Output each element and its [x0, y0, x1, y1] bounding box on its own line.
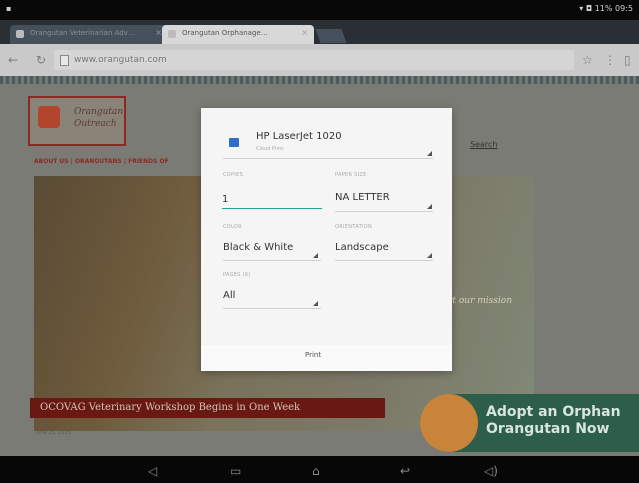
print-action-bar: Print [201, 345, 452, 371]
back-icon[interactable]: ↩ [400, 464, 410, 478]
volume-up-icon[interactable]: ◁) [484, 464, 498, 478]
tab-title: Orangutan Orphanage… [182, 29, 268, 37]
printer-name: HP LaserJet 1020 [256, 131, 342, 142]
dropdown-arrow-icon [313, 301, 318, 306]
site-menu[interactable]: ABOUT US | ORANGUTANS | FRIENDS OF [34, 158, 204, 170]
menu-icon[interactable]: ⋮ [604, 53, 616, 67]
orangutan-badge-icon [420, 394, 478, 452]
home-icon[interactable]: ⌂ [312, 464, 320, 478]
print-dialog: HP LaserJet 1020 Cloud Print COPIES PAPE… [201, 108, 452, 371]
color-label: COLOR [223, 224, 242, 230]
logo-line-1: Orangutan [74, 107, 124, 117]
orientation-label: ORIENTATION [335, 224, 372, 230]
print-button[interactable]: Print [305, 351, 321, 359]
favicon-icon [168, 30, 176, 38]
printer-subtitle: Cloud Print [256, 146, 284, 152]
address-bar[interactable]: www.orangutan.com [54, 50, 574, 70]
page-icon [60, 55, 69, 66]
pages-value: All [223, 290, 236, 301]
header-stripe [0, 76, 639, 84]
cloud-print-icon [229, 138, 239, 147]
status-bar: ▪ ▾ ◘ 11% 09:5 [0, 0, 639, 20]
post-date: June 25, 2015 [36, 430, 71, 436]
search-link[interactable]: Search [470, 140, 497, 149]
browser-tab-2[interactable]: Orangutan Orphanage… × [162, 25, 314, 44]
news-banner[interactable]: OCOVAG Veterinary Workshop Begins in One… [30, 398, 385, 418]
tab-title: Orangutan Veterinarian Adv… [30, 29, 135, 37]
close-tab-icon[interactable]: × [301, 28, 308, 37]
status-indicators: ▾ ◘ 11% 09:5 [579, 4, 633, 13]
dropdown-arrow-icon [427, 204, 432, 209]
dropdown-arrow-icon [427, 253, 432, 258]
color-value: Black & White [223, 242, 294, 253]
url-text: www.orangutan.com [74, 55, 167, 65]
star-icon[interactable]: ☆ [582, 53, 593, 67]
dropdown-arrow-icon [313, 253, 318, 258]
favicon-icon [16, 30, 24, 38]
paper-size-value: NA LETTER [335, 192, 390, 203]
dropdown-arrow-icon [427, 151, 432, 156]
system-nav-bar: ◁ ▭ ⌂ ↩ ◁) [0, 456, 639, 483]
logo-line-2: Outreach [74, 119, 117, 129]
volume-down-icon[interactable]: ◁ [148, 464, 157, 478]
adopt-banner[interactable]: Adopt an Orphan Orangutan Now [420, 394, 639, 452]
pages-label: PAGES (6) [223, 272, 251, 278]
site-logo[interactable]: Orangutan Outreach [28, 96, 126, 146]
browser-tab-1[interactable]: Orangutan Veterinarian Adv… × [10, 25, 168, 44]
new-tab-button[interactable] [315, 29, 347, 43]
reload-icon[interactable]: ↻ [36, 53, 46, 67]
notification-icon: ▪ [6, 4, 12, 13]
tabs-count-icon[interactable]: ▯ [624, 53, 631, 67]
orientation-value: Landscape [335, 242, 389, 253]
adopt-line-2: Orangutan Now [486, 421, 610, 437]
back-arrow-icon[interactable]: ← [8, 53, 18, 67]
close-tab-icon[interactable]: × [155, 28, 162, 37]
copies-input[interactable] [222, 191, 322, 209]
recent-apps-icon[interactable]: ▭ [230, 464, 241, 478]
paper-size-label: PAPER SIZE [335, 172, 367, 178]
adopt-line-1: Adopt an Orphan [486, 404, 621, 420]
copies-label: COPIES [223, 172, 244, 178]
orangutan-logo-icon [38, 106, 60, 128]
